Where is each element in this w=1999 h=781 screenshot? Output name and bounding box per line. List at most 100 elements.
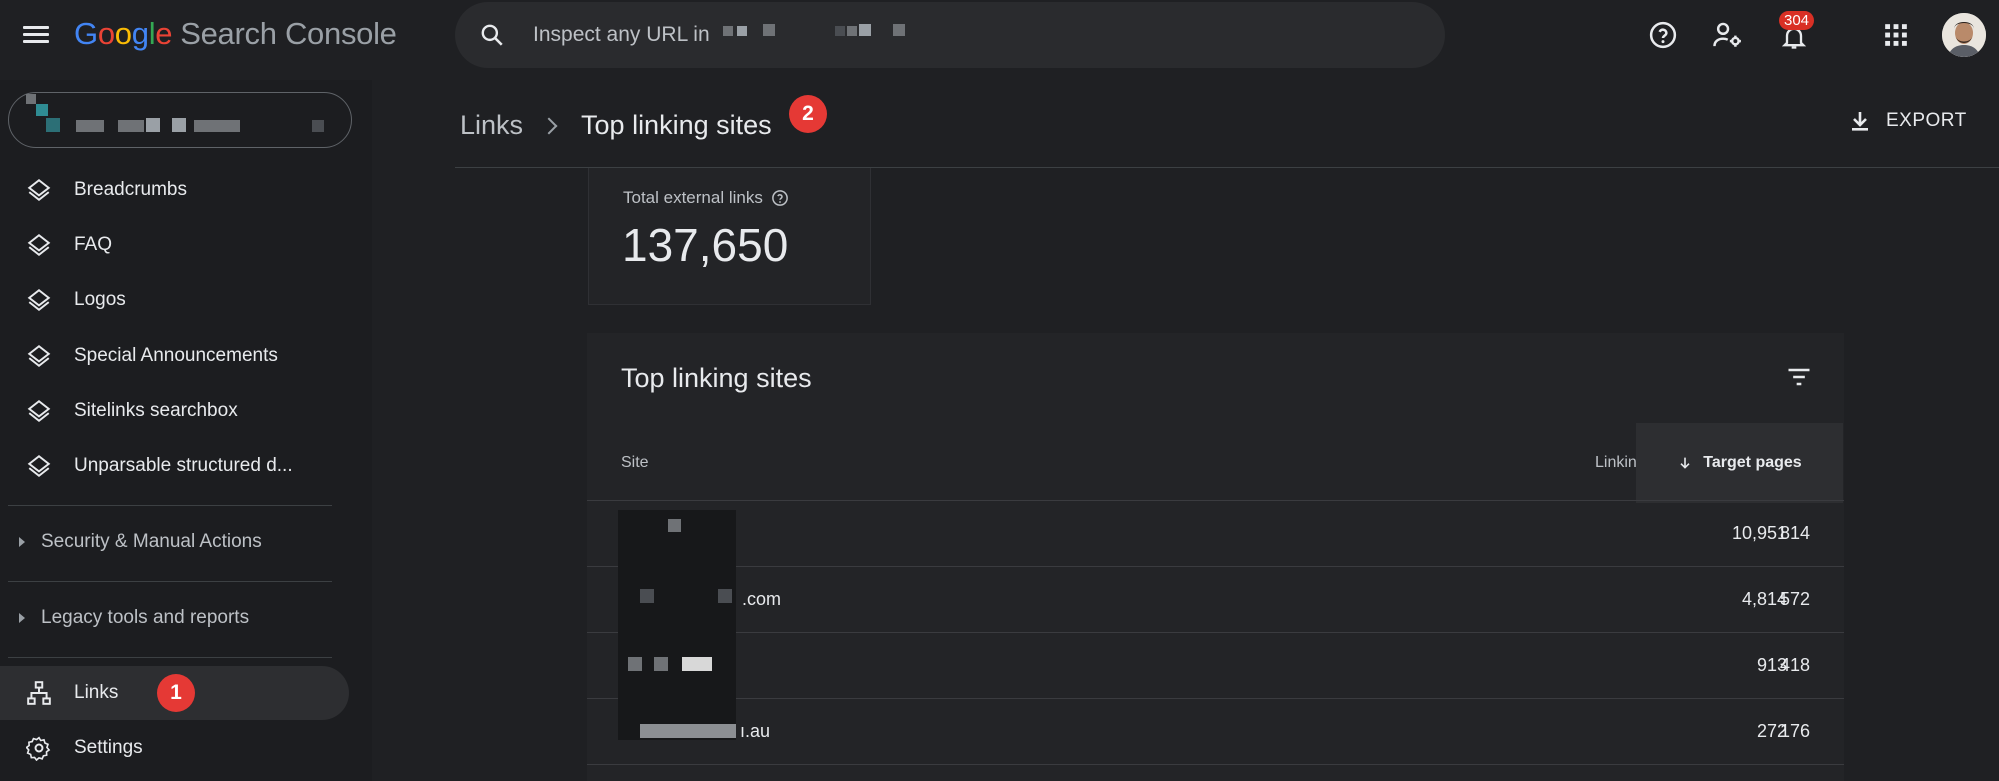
redacted-property <box>76 120 104 132</box>
manage-users-icon[interactable] <box>1710 17 1746 53</box>
redacted-property <box>118 120 144 132</box>
redacted-site <box>682 657 712 671</box>
logo-letter: o <box>114 16 132 51</box>
arrow-down-icon <box>1680 457 1690 469</box>
sidebar-divider <box>8 657 332 658</box>
redacted-property <box>36 104 48 116</box>
help-icon[interactable] <box>1645 17 1681 53</box>
section-label: Security & Manual Actions <box>41 531 262 552</box>
redacted-site-names <box>618 510 736 740</box>
redacted-site <box>718 589 732 603</box>
redacted-property <box>835 26 845 36</box>
redacted-property <box>859 24 871 36</box>
table-row <box>587 764 1844 781</box>
step-badge-2: 2 <box>789 95 827 133</box>
download-icon <box>1852 112 1868 131</box>
redacted-site <box>640 724 736 738</box>
table-title: Top linking sites <box>621 363 812 393</box>
sidebar-divider <box>8 581 332 582</box>
expand-arrow-icon <box>19 613 25 623</box>
summary-label: Total external links <box>623 188 763 207</box>
sidebar-item-faq[interactable]: FAQ <box>0 218 350 272</box>
logo-letter: o <box>97 16 115 51</box>
sidebar-item-sitelinks-searchbox[interactable]: Sitelinks searchbox <box>0 384 350 438</box>
layers-icon <box>27 455 51 477</box>
expand-arrow-icon <box>19 537 25 547</box>
top-app-bar: Google Search Console Inspect any URL in … <box>0 0 1999 72</box>
breadcrumb-links[interactable]: Links <box>460 110 523 141</box>
target-pages-label: Target pages <box>1703 454 1802 471</box>
product-name: Search Console <box>180 16 397 51</box>
filter-icon[interactable] <box>1783 363 1815 391</box>
export-label: EXPORT <box>1886 110 1967 131</box>
layers-icon <box>27 234 51 256</box>
layers-icon <box>27 289 51 311</box>
section-legacy-tools[interactable]: Legacy tools and reports <box>0 592 350 644</box>
notification-count-badge: 304 <box>1779 11 1815 30</box>
redacted-property <box>194 120 240 132</box>
sidebar-item-label: Settings <box>74 737 143 758</box>
section-security-manual-actions[interactable]: Security & Manual Actions <box>0 516 350 568</box>
table-row[interactable]: ı.au 272 176 <box>587 698 1844 764</box>
sidebar-item-label: Unparsable structured d... <box>74 455 293 476</box>
export-button[interactable]: EXPORT <box>1848 108 1967 134</box>
redacted-property <box>737 26 747 36</box>
redacted-property <box>763 24 775 36</box>
step-badge-1: 1 <box>157 674 195 712</box>
help-icon[interactable] <box>771 189 789 207</box>
sitemap-icon <box>27 681 51 705</box>
sidebar-item-special-announcements[interactable]: Special Announcements <box>0 329 350 383</box>
chevron-right-icon <box>540 117 558 134</box>
table-row[interactable]: 913 418 <box>587 632 1844 698</box>
column-header-target-pages[interactable]: Target pages <box>1636 423 1843 503</box>
sidebar-item-label: Breadcrumbs <box>74 179 187 200</box>
total-external-links-card: Total external links 137,650 <box>588 168 871 305</box>
target-pages-cell: 176 <box>1779 721 1810 741</box>
sidebar-item-unparsable[interactable]: Unparsable structured d... <box>0 439 350 493</box>
redacted-property <box>172 118 186 132</box>
sidebar-item-settings[interactable]: Settings <box>0 721 350 775</box>
site-cell[interactable]: ı.au <box>740 721 770 742</box>
sidebar-item-label: FAQ <box>74 234 113 255</box>
sidebar-item-label: Special Announcements <box>74 345 278 366</box>
avatar[interactable] <box>1942 13 1986 57</box>
logo-letter: e <box>155 16 173 51</box>
redacted-property <box>46 118 60 132</box>
app-logo[interactable]: Google Search Console <box>74 16 397 52</box>
column-header-site[interactable]: Site <box>621 423 649 503</box>
sidebar-item-label: Links <box>74 682 119 703</box>
search-placeholder: Inspect any URL in <box>533 23 710 46</box>
url-inspection-search[interactable]: Inspect any URL in <box>455 2 1445 68</box>
search-icon <box>481 24 503 46</box>
target-pages-cell: 814 <box>1779 523 1810 543</box>
sidebar-item-breadcrumbs[interactable]: Breadcrumbs <box>0 163 350 217</box>
redacted-property <box>723 26 733 36</box>
layers-icon <box>27 400 51 422</box>
page-title: Top linking sites <box>581 110 772 140</box>
apps-icon[interactable] <box>1878 17 1914 53</box>
section-label: Legacy tools and reports <box>41 607 250 628</box>
table-row[interactable]: 10,951 814 <box>587 500 1844 566</box>
redacted-site <box>640 589 654 603</box>
layers-icon <box>27 345 51 367</box>
top-linking-sites-card: Top linking sites Site Linking pages Tar… <box>587 333 1844 781</box>
redacted-site <box>628 657 642 671</box>
gear-icon <box>26 736 51 761</box>
target-pages-cell: 418 <box>1779 655 1810 675</box>
sidebar-item-logos[interactable]: Logos <box>0 273 350 327</box>
breadcrumb: Links Top linking sites <box>460 110 772 141</box>
redacted-site <box>654 657 668 671</box>
menu-icon[interactable] <box>20 22 52 50</box>
summary-value: 137,650 <box>622 219 789 271</box>
redacted-property <box>893 24 905 36</box>
sidebar-item-label: Sitelinks searchbox <box>74 400 238 421</box>
redacted-site <box>668 519 681 532</box>
site-cell[interactable]: .com <box>742 589 781 610</box>
redacted-property <box>146 118 160 132</box>
layers-icon <box>27 179 51 201</box>
target-pages-cell: 572 <box>1779 589 1810 609</box>
table-row[interactable]: .com 4,814 572 <box>587 566 1844 632</box>
logo-letter: G <box>74 16 98 51</box>
redacted-property <box>312 120 324 132</box>
redacted-property <box>26 94 36 104</box>
